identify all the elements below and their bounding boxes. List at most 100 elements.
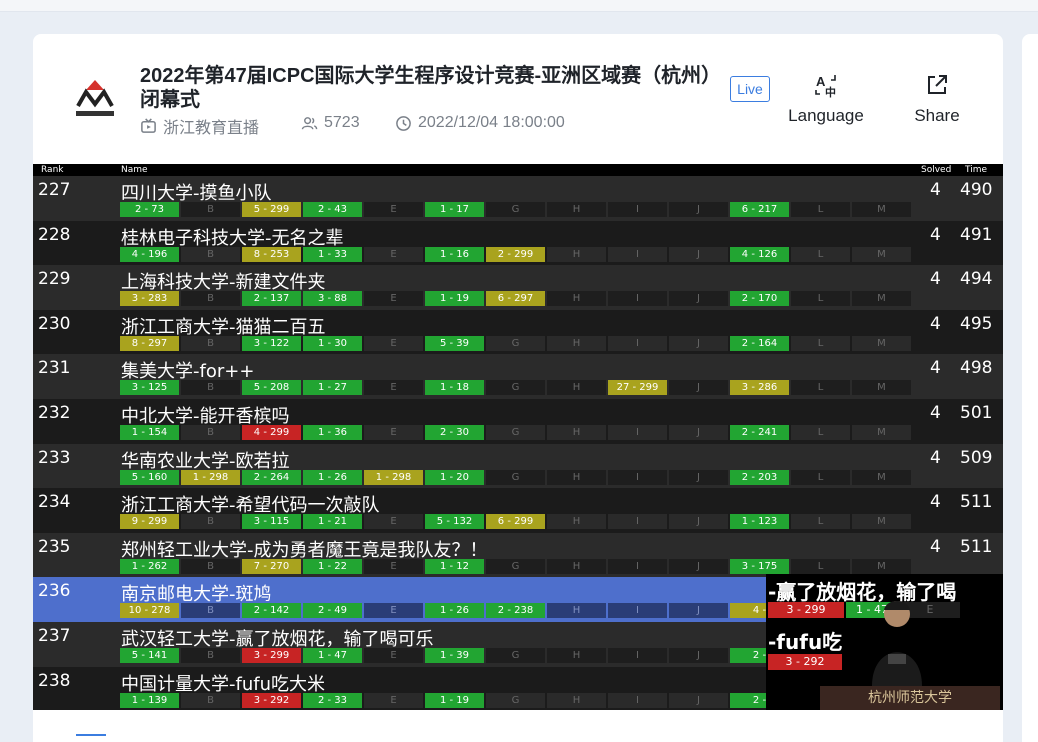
problem-cell: 1 - 123	[730, 514, 789, 530]
language-button[interactable]: A中 Language	[785, 72, 867, 126]
problem-cell: 1 - 21	[303, 514, 362, 530]
problem-cell: E	[364, 291, 423, 307]
channel-logo[interactable]	[68, 76, 122, 120]
problem-cell: 1 - 27	[303, 380, 362, 396]
problem-cell: M	[852, 558, 911, 574]
problem-cell: M	[852, 380, 911, 396]
problem-cell: 5 - 141	[120, 648, 179, 663]
problem-cell: 5 - 299	[242, 202, 301, 217]
team-solved: 4	[930, 224, 941, 245]
problem-cell: E	[364, 202, 423, 217]
problem-cell: E	[364, 692, 423, 708]
problem-cell: 1 - 16	[425, 246, 484, 262]
problem-cell: M	[852, 246, 911, 262]
team-rank: 232	[38, 403, 71, 423]
problem-cell: 2 - 299	[486, 246, 545, 262]
problem-cell: 2 - 43	[303, 202, 362, 217]
problem-cell: B	[181, 425, 240, 440]
problem-cell: 7 - 270	[242, 558, 301, 574]
problem-cell: 1 - 33	[303, 246, 362, 262]
problem-cell: G	[486, 558, 545, 574]
scoreboard-row: 233 华南农业大学-欧若拉 4 509 5 - 160 1 - 298 2 - 264 1 …	[33, 443, 1003, 489]
problem-cell: B	[181, 246, 240, 262]
problem-cell: 1 - 262	[120, 558, 179, 574]
problem-cell: 6 - 297	[486, 291, 545, 307]
problem-cell: J	[669, 692, 728, 708]
problem-cell: M	[852, 335, 911, 351]
live-room-card: 2022年第47届ICPC国际大学生程序设计竞赛-亚洲区域赛（杭州）闭幕式 Li…	[33, 34, 1003, 742]
problem-cell: 2 - 238	[486, 603, 545, 619]
share-button[interactable]: Share	[909, 72, 965, 126]
problem-cell: 1 - 18	[425, 380, 484, 396]
team-penalty: 511	[960, 492, 993, 513]
scoreboard-row: 229 上海科技大学-新建文件夹 4 494 3 - 283 B 2 - 137 3 - 88…	[33, 265, 1003, 310]
problem-cell: J	[669, 603, 728, 619]
problem-cell: H	[547, 246, 606, 262]
channel-info[interactable]: 浙江教育直播	[140, 114, 259, 138]
header-rank: Rank	[41, 165, 64, 175]
problem-cell: 8 - 253	[242, 246, 301, 262]
problem-cell: 1 - 139	[120, 692, 179, 708]
problem-cell: I	[608, 202, 667, 217]
problem-cell: J	[669, 648, 728, 663]
channel-name[interactable]: 浙江教育直播	[163, 114, 259, 138]
problem-cell: B	[181, 648, 240, 663]
problem-cell: 4 - 299	[242, 425, 301, 440]
viewer-number: 5723	[324, 114, 360, 131]
team-rank: 230	[38, 313, 71, 334]
start-time: 2022/12/04 18:00:00	[395, 114, 565, 132]
problem-cell: I	[608, 514, 667, 530]
problem-cell: J	[669, 202, 728, 217]
problem-cell: 2 - 49	[303, 603, 362, 619]
team-penalty: 494	[960, 269, 993, 290]
translate-icon: A中	[785, 72, 867, 99]
problem-cell: G	[486, 335, 545, 351]
bottom-tab-indicator[interactable]	[76, 734, 106, 736]
problem-cell: 3 - 286	[730, 380, 789, 396]
team-rank: 231	[38, 358, 71, 379]
problem-cell: 2 - 142	[242, 603, 301, 619]
camera-overlay: -赢了放烟花，输了喝 3 - 299 1 - 47 E -fufu吃 3 - 292…	[766, 574, 1003, 710]
team-penalty: 490	[960, 180, 993, 200]
problem-cell: H	[547, 514, 606, 530]
side-card	[1022, 34, 1038, 742]
problem-cell: J	[669, 514, 728, 530]
problem-cell: M	[852, 514, 911, 530]
problem-cell: 1 - 154	[120, 425, 179, 440]
problem-cell: L	[791, 514, 850, 530]
problem-cell: 1 - 39	[425, 648, 484, 663]
problem-cell: L	[791, 558, 850, 574]
team-rank: 228	[38, 224, 71, 245]
problem-cell: 3 - 122	[242, 335, 301, 351]
header-time: Time	[965, 165, 988, 175]
problem-cell: 3 - 115	[242, 514, 301, 530]
problem-cell: I	[608, 692, 667, 708]
problem-cell: 6 - 299	[486, 514, 545, 530]
team-solved: 4	[930, 447, 941, 468]
problem-cell: E	[364, 648, 423, 663]
overlay-problem-cell: 3 - 299	[768, 602, 844, 618]
problem-cell: 2 - 170	[730, 291, 789, 307]
problem-cell: 5 - 160	[120, 469, 179, 485]
problem-cell: B	[181, 603, 240, 619]
header-solved: Solved	[921, 165, 952, 175]
problem-cell: M	[852, 291, 911, 307]
scoreboard-row: 227 四川大学-摸鱼小队 4 490 2 - 73 B 5 - 299 2 - 43 E 1 -…	[33, 176, 1003, 221]
problem-cell: 1 - 298	[181, 469, 240, 485]
team-solved: 4	[930, 358, 941, 379]
problem-cell: L	[791, 246, 850, 262]
problem-cell: I	[608, 648, 667, 663]
speaker-figure	[862, 596, 932, 686]
team-solved: 4	[930, 492, 941, 513]
team-rank: 227	[38, 180, 71, 200]
scoreboard-row: 230 浙江工商大学-猫猫二百五 4 495 8 - 297 B 3 - 122 1 - 30…	[33, 309, 1003, 355]
live-badge: Live	[730, 76, 770, 102]
problem-cell: 1 - 12	[425, 558, 484, 574]
problem-cell: B	[181, 514, 240, 530]
problem-cell: B	[181, 558, 240, 574]
problem-cell: J	[669, 469, 728, 485]
team-rank: 229	[38, 269, 71, 290]
team-solved: 4	[930, 180, 941, 200]
video-player[interactable]: Rank Name Solved Time 227 四川大学-摸鱼小队 4 490 2 …	[33, 164, 1003, 710]
problem-cell: G	[486, 202, 545, 217]
